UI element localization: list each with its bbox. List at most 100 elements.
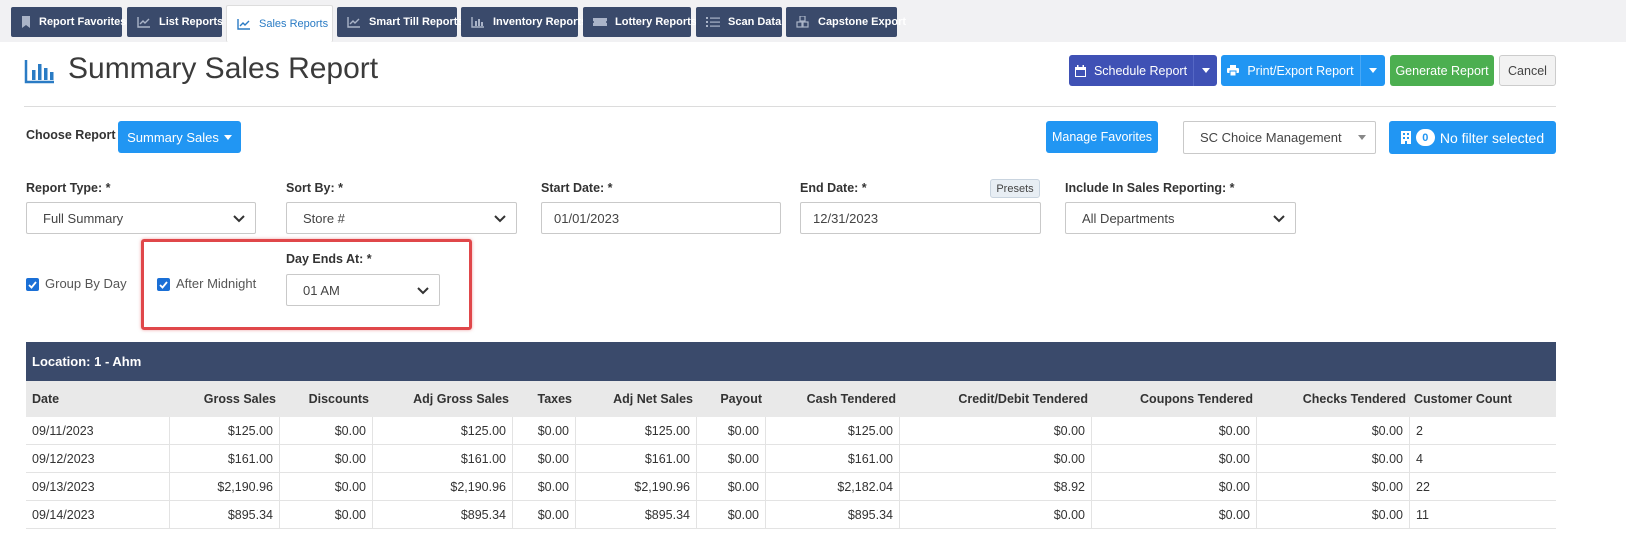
print-export-dropdown[interactable] [1360,55,1385,86]
table-cell: $0.00 [1257,473,1410,501]
table-cell: $0.00 [1257,501,1410,529]
table-cell: $895.34 [170,501,280,529]
caret-down-icon [1369,68,1377,73]
column-header-adj-net-sales: Adj Net Sales [613,392,693,406]
table-cell: $0.00 [513,473,576,501]
table-cell: $0.00 [900,445,1092,473]
table-header: Date Gross Sales Discounts Adj Gross Sal… [26,381,1556,417]
caret-down-icon [223,134,232,140]
tab-label: Scan Data [728,16,782,28]
manage-favorites-button[interactable]: Manage Favorites [1046,121,1158,153]
cubes-icon [796,15,810,29]
print-export-label: Print/Export Report [1247,63,1354,78]
table-cell: $125.00 [170,417,280,445]
generate-report-button[interactable]: Generate Report [1390,55,1494,86]
table-cell: $0.00 [900,501,1092,529]
group-by-day-label: Group By Day [45,276,127,291]
table-cell: $895.34 [576,501,697,529]
table-row: 09/14/2023 $895.34 $0.00 $895.34 $0.00 $895.3… [26,501,1556,529]
company-value: SC Choice Management [1200,130,1342,145]
tab-sales-reports[interactable]: Sales Reports [226,5,333,42]
bar-chart-icon [471,15,485,29]
filter-count-badge: 0 [1415,129,1435,146]
bar-chart-icon [24,58,56,84]
table-cell: $895.34 [373,501,513,529]
start-date-value: 01/01/2023 [554,210,620,226]
header-divider [24,106,1556,107]
include-sales-select[interactable]: All Departments [1065,202,1296,234]
table-cell: $0.00 [280,445,373,473]
tab-label: Sales Reports [259,18,329,30]
bookmark-icon [21,15,31,29]
location-header: Location: 1 - Ahm [26,342,1556,381]
table-cell: 22 [1416,480,1430,494]
tab-label: Lottery Reports [615,16,697,28]
column-header-coupons-tendered: Coupons Tendered [1140,392,1253,406]
table-cell: $0.00 [280,501,373,529]
chevron-down-icon [233,215,245,223]
tab-inventory-reports[interactable]: Inventory Reports [461,7,587,37]
list-icon [706,15,720,29]
tab-label: Report Favorites [39,16,127,28]
table-cell: 09/14/2023 [26,501,170,529]
choose-report-value: Summary Sales [127,129,219,145]
generate-report-label: Generate Report [1395,63,1489,78]
table-cell: $125.00 [576,417,697,445]
tab-capstone-export[interactable]: Capstone Export [786,7,906,37]
choose-report-dropdown[interactable]: Summary Sales [118,121,241,153]
table-cell: $0.00 [697,501,766,529]
table-cell: $0.00 [280,473,373,501]
column-header-customer-count: Customer Count [1414,392,1512,406]
table-cell: $0.00 [697,445,766,473]
table-cell: $0.00 [513,501,576,529]
sort-by-select[interactable]: Store # [286,202,517,234]
table-cell: $0.00 [900,417,1092,445]
table-cell: $2,190.96 [170,473,280,501]
tab-smart-till-reports[interactable]: Smart Till Reports [337,7,464,37]
tab-label: Capstone Export [818,16,907,28]
table-cell: $0.00 [513,417,576,445]
check-icon [28,280,37,289]
table-cell: $0.00 [1257,445,1410,473]
tab-list-reports[interactable]: List Reports [127,7,223,37]
column-header-cash-tendered: Cash Tendered [806,392,896,406]
table-cell: $125.00 [766,417,900,445]
table-cell: $0.00 [280,417,373,445]
cancel-button[interactable]: Cancel [1499,55,1556,86]
caret-down-icon [1358,135,1366,140]
print-export-button[interactable]: Print/Export Report [1221,55,1360,86]
table-cell: $0.00 [1092,445,1257,473]
page-title: Summary Sales Report [68,52,379,85]
include-sales-value: All Departments [1082,210,1175,226]
sort-by-value: Store # [303,210,345,226]
chevron-down-icon [1273,215,1285,223]
line-chart-icon [237,17,251,31]
start-date-input[interactable]: 01/01/2023 [541,202,781,234]
printer-icon [1227,65,1240,76]
table-cell: $0.00 [1257,417,1410,445]
filter-label: No filter selected [1439,129,1545,146]
highlight-box [141,239,472,330]
column-header-gross-sales: Gross Sales [203,392,276,406]
column-header-taxes: Taxes [537,392,572,406]
cancel-label: Cancel [1508,63,1547,78]
table-cell: $125.00 [373,417,513,445]
schedule-report-dropdown[interactable] [1193,55,1217,86]
group-by-day-checkbox[interactable] [26,278,39,291]
company-select[interactable]: SC Choice Management [1183,121,1376,154]
report-type-select[interactable]: Full Summary [26,202,256,234]
presets-button[interactable]: Presets [990,179,1040,198]
store-filter-button[interactable]: 0 No filter selected [1389,121,1556,154]
tab-report-favorites[interactable]: Report Favorites [11,7,126,37]
tab-lottery-reports[interactable]: Lottery Reports [583,7,697,37]
table-cell: $161.00 [576,445,697,473]
tab-scan-data[interactable]: Scan Data [696,7,782,37]
column-header-discounts: Discounts [308,392,369,406]
table-cell: $0.00 [513,445,576,473]
table-cell: $2,182.04 [766,473,900,501]
choose-report-label: Choose Report [26,128,116,142]
end-date-input[interactable]: 12/31/2023 [800,202,1041,234]
column-header-date: Date [32,392,60,406]
schedule-report-button[interactable]: Schedule Report [1069,55,1193,86]
manage-favorites-label: Manage Favorites [1051,130,1153,144]
